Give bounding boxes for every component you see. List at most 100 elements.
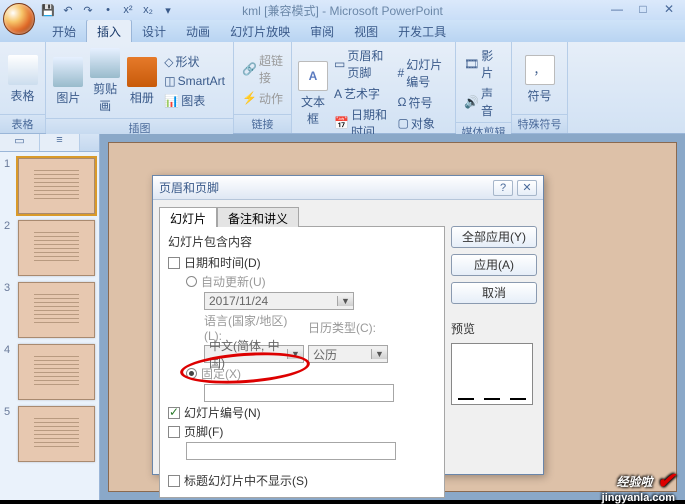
lang-combo[interactable]: 中文(简体, 中国)▼ <box>204 345 304 363</box>
datetime-checkbox[interactable] <box>168 257 180 269</box>
slidenum-label: 幻灯片编号(N) <box>184 404 261 421</box>
save-icon[interactable]: 💾 <box>40 3 56 17</box>
not-title-checkbox[interactable] <box>168 475 180 487</box>
action-button[interactable]: ⚡动作 <box>240 89 285 108</box>
group-label-links: 链接 <box>234 114 291 133</box>
calendar-combo[interactable]: 公历▼ <box>308 345 388 363</box>
footer-label: 页脚(F) <box>184 423 223 440</box>
tab-developer[interactable]: 开发工具 <box>388 20 456 42</box>
date-combo[interactable]: 2017/11/24▼ <box>204 292 354 310</box>
thumbs-tab-outline[interactable]: ≡ <box>40 134 80 151</box>
table-label: 表格 <box>10 87 34 104</box>
group-symbols: ，符号 特殊符号 <box>512 42 568 133</box>
tab-home[interactable]: 开始 <box>42 20 86 42</box>
dialog-help-button[interactable]: ? <box>493 180 513 196</box>
sound-button[interactable]: 🔊声音 <box>462 84 505 120</box>
dialog-tab-notes[interactable]: 备注和讲义 <box>217 207 299 227</box>
textbox-button[interactable]: A文本框 <box>298 59 328 129</box>
slidenum-button[interactable]: #幻灯片编号 <box>396 55 449 91</box>
qat-item-icon[interactable]: x² <box>120 3 136 17</box>
symbol-icon: ， <box>525 55 555 85</box>
fixed-radio[interactable] <box>186 368 197 379</box>
dialog-right: 全部应用(Y) 应用(A) 取消 预览 <box>451 206 537 468</box>
object-button[interactable]: ▢对象 <box>396 114 449 133</box>
album-icon <box>127 57 157 87</box>
wordart-button[interactable]: A艺术字 <box>332 84 392 103</box>
tab-review[interactable]: 审阅 <box>300 20 344 42</box>
slide-thumb-4[interactable]: 4 <box>4 344 95 400</box>
object-icon: ▢ <box>398 116 409 130</box>
table-icon <box>8 55 38 85</box>
preview-label: 预览 <box>451 320 537 337</box>
slide-thumbnails: ▭ ≡ 1 2 3 4 5 <box>0 134 100 500</box>
table-button[interactable]: 表格 <box>6 53 39 106</box>
group-links: 🔗超链接 ⚡动作 链接 <box>234 42 292 133</box>
qat-item-icon[interactable]: • <box>100 3 116 17</box>
slidenum-checkbox[interactable] <box>168 407 180 419</box>
apply-all-button[interactable]: 全部应用(Y) <box>451 226 537 248</box>
special-symbol-button[interactable]: ，符号 <box>518 53 561 106</box>
ribbon-tabs: 开始 插入 设计 动画 幻灯片放映 审阅 视图 开发工具 <box>0 20 685 42</box>
smartart-button[interactable]: ◫SmartArt <box>162 73 227 89</box>
minimize-button[interactable]: — <box>607 2 627 16</box>
clipart-button[interactable]: 剪贴画 <box>89 46 122 116</box>
tab-animations[interactable]: 动画 <box>176 20 220 42</box>
shapes-button[interactable]: ◇形状 <box>162 52 227 71</box>
ribbon: 表格 表格 图片 剪贴画 相册 ◇形状 ◫SmartArt 📊图表 插图 <box>0 42 685 134</box>
hyperlink-button[interactable]: 🔗超链接 <box>240 51 285 87</box>
dialog-close-button[interactable]: ✕ <box>517 180 537 196</box>
clipart-icon <box>90 48 120 78</box>
footer-checkbox[interactable] <box>168 426 180 438</box>
qat-dropdown-icon[interactable]: ▾ <box>160 3 176 17</box>
tab-slideshow[interactable]: 幻灯片放映 <box>220 20 300 42</box>
group-media: 🎞影片 🔊声音 媒体剪辑 <box>456 42 512 133</box>
chart-button[interactable]: 📊图表 <box>162 91 227 110</box>
dialog-tab-slide[interactable]: 幻灯片 <box>159 207 217 227</box>
chevron-down-icon: ▼ <box>337 296 353 306</box>
close-button[interactable]: ✕ <box>659 2 679 16</box>
thumbs-tab-slides[interactable]: ▭ <box>0 134 40 151</box>
qat-item-icon[interactable]: x₂ <box>140 3 156 17</box>
dialog-title-bar[interactable]: 页眉和页脚 ? ✕ <box>153 176 543 200</box>
movie-icon: 🎞 <box>464 57 479 71</box>
slide-thumb-5[interactable]: 5 <box>4 406 95 462</box>
app-window: kml [兼容模式] - Microsoft PowerPoint — □ ✕ … <box>0 0 685 500</box>
slide-thumb-1[interactable]: 1 <box>4 158 95 214</box>
link-icon: 🔗 <box>242 62 257 76</box>
maximize-button[interactable]: □ <box>633 2 653 16</box>
tab-view[interactable]: 视图 <box>344 20 388 42</box>
not-title-label: 标题幻灯片中不显示(S) <box>184 472 308 489</box>
group-label-symbols: 特殊符号 <box>512 114 567 133</box>
dialog-left: 幻灯片 备注和讲义 幻灯片包含内容 日期和时间(D) 自动更新(U) 2017/… <box>159 206 445 468</box>
shapes-icon: ◇ <box>164 55 173 69</box>
slide-thumb-3[interactable]: 3 <box>4 282 95 338</box>
album-button[interactable]: 相册 <box>126 55 159 108</box>
smartart-icon: ◫ <box>164 74 175 88</box>
header-footer-button[interactable]: ▭页眉和页脚 <box>332 46 392 82</box>
tab-design[interactable]: 设计 <box>132 20 176 42</box>
watermark-sub: jingyanla.com <box>602 492 675 504</box>
fixed-input[interactable] <box>204 384 394 402</box>
tab-insert[interactable]: 插入 <box>86 19 132 42</box>
footer-input[interactable] <box>186 442 396 460</box>
sound-icon: 🔊 <box>464 95 479 109</box>
office-button[interactable] <box>3 3 35 35</box>
group-text: A文本框 ▭页眉和页脚 A艺术字 📅日期和时间 #幻灯片编号 Ω符号 ▢对象 文… <box>292 42 456 133</box>
undo-icon[interactable]: ↶ <box>60 3 76 17</box>
symbol-button[interactable]: Ω符号 <box>396 93 449 112</box>
redo-icon[interactable]: ↷ <box>80 3 96 17</box>
picture-button[interactable]: 图片 <box>52 55 85 108</box>
preview-box <box>451 343 533 405</box>
apply-button[interactable]: 应用(A) <box>451 254 537 276</box>
group-tables: 表格 表格 <box>0 42 46 133</box>
group-illustrations: 图片 剪贴画 相册 ◇形状 ◫SmartArt 📊图表 插图 <box>46 42 234 133</box>
window-controls: — □ ✕ <box>607 2 679 16</box>
slide-thumb-2[interactable]: 2 <box>4 220 95 276</box>
movie-button[interactable]: 🎞影片 <box>462 46 505 82</box>
dialog-title: 页眉和页脚 <box>159 179 219 196</box>
autoupdate-radio[interactable] <box>186 276 197 287</box>
dialog-tabs: 幻灯片 备注和讲义 <box>159 206 445 226</box>
cancel-button[interactable]: 取消 <box>451 282 537 304</box>
symbol-icon: Ω <box>398 95 407 109</box>
checkmark-icon: ✔ <box>657 468 675 494</box>
